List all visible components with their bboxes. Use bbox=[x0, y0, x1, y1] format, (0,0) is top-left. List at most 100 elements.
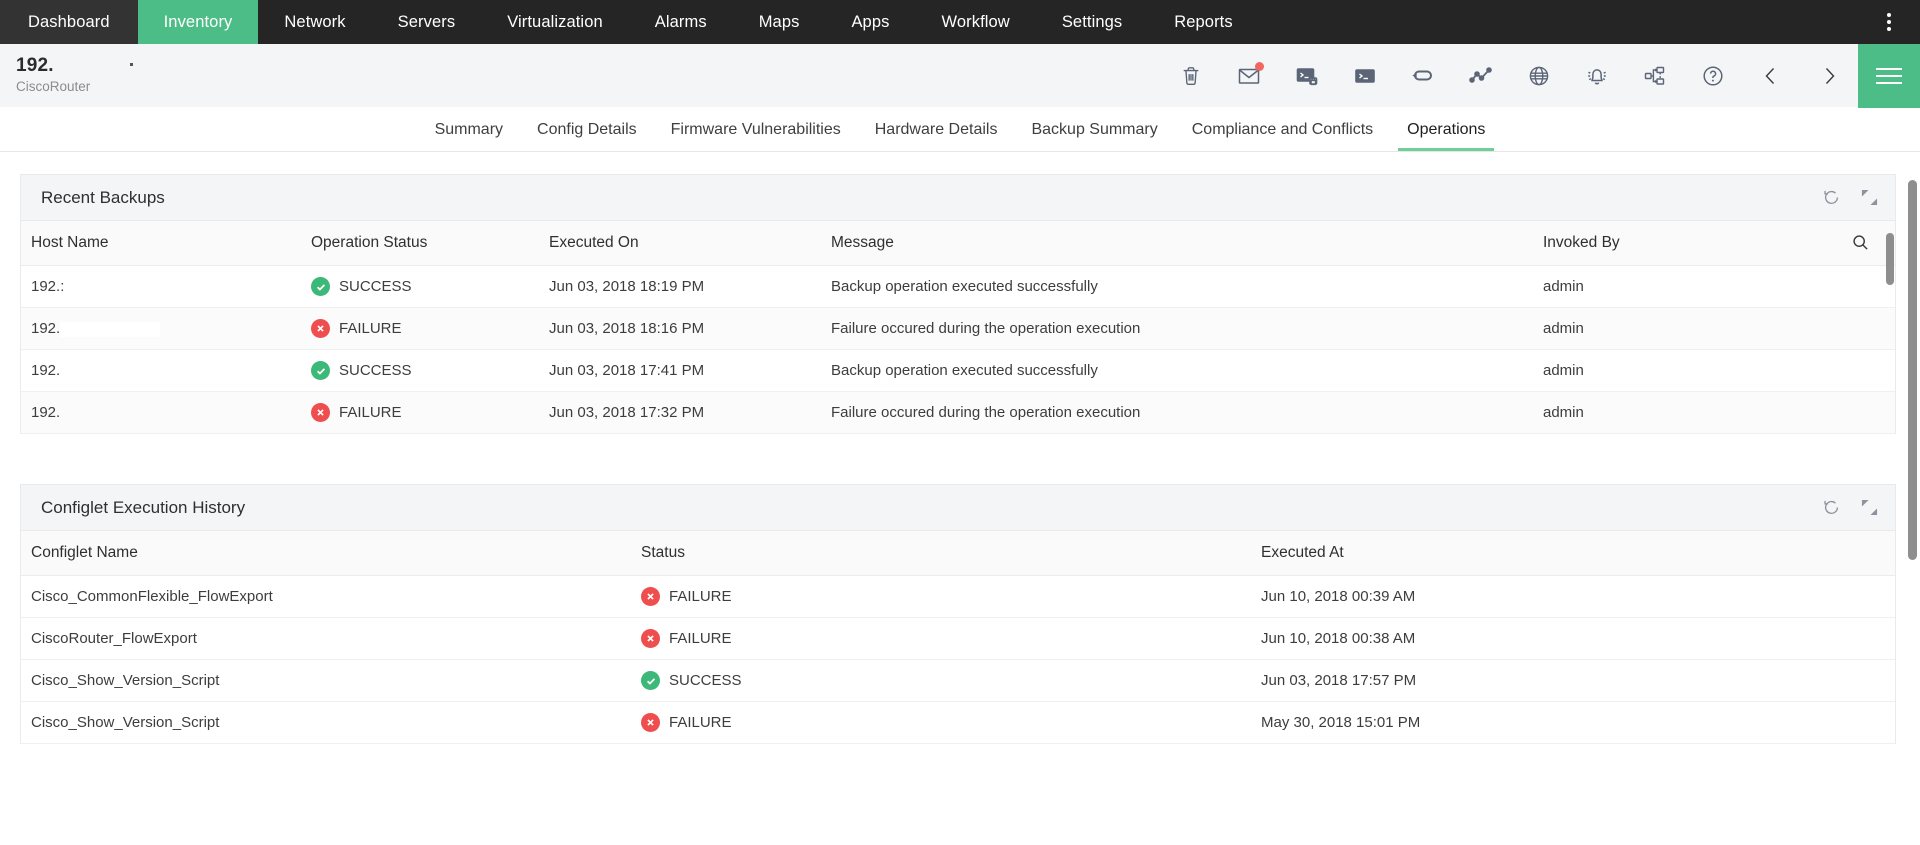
table-row[interactable]: Cisco_Show_Version_ScriptFAILUREMay 30, … bbox=[21, 702, 1895, 744]
topnav-item-reports[interactable]: Reports bbox=[1148, 0, 1258, 44]
tab-config-details[interactable]: Config Details bbox=[520, 108, 654, 151]
cell-host-name: 192.: bbox=[21, 266, 311, 308]
kebab-dot bbox=[1887, 20, 1891, 24]
recent-backups-panel: Recent Backups bbox=[20, 174, 1896, 434]
tab-compliance-and-conflicts[interactable]: Compliance and Conflicts bbox=[1175, 108, 1390, 151]
expand-icon[interactable] bbox=[1859, 498, 1879, 518]
table-row[interactable]: 192.FAILUREJun 03, 2018 18:16 PMFailure … bbox=[21, 308, 1895, 350]
failure-icon bbox=[641, 713, 660, 732]
previous-icon[interactable] bbox=[1742, 44, 1800, 108]
cell-executed-on: Jun 03, 2018 18:16 PM bbox=[549, 308, 831, 350]
topnav-item-servers[interactable]: Servers bbox=[372, 0, 482, 44]
table-row[interactable]: 192.SUCCESSJun 03, 2018 17:41 PMBackup o… bbox=[21, 350, 1895, 392]
col-executed-on[interactable]: Executed On bbox=[549, 221, 831, 266]
cell-message: Backup operation executed successfully bbox=[831, 350, 1543, 392]
host-name-text: 192. bbox=[31, 404, 60, 421]
refresh-icon[interactable] bbox=[1821, 498, 1841, 518]
tab-hardware-details[interactable]: Hardware Details bbox=[858, 108, 1015, 151]
topnav-item-network[interactable]: Network bbox=[258, 0, 371, 44]
cell-host-name: 192. bbox=[21, 392, 311, 434]
col-configlet-name[interactable]: Configlet Name bbox=[21, 531, 641, 576]
delete-icon[interactable] bbox=[1162, 44, 1220, 108]
content-area: Recent Backups bbox=[0, 152, 1920, 845]
table-row[interactable]: CiscoRouter_FlowExportFAILUREJun 10, 201… bbox=[21, 618, 1895, 660]
workflow-icon[interactable] bbox=[1626, 44, 1684, 108]
terminal-icon[interactable] bbox=[1336, 44, 1394, 108]
cell-configlet-name: Cisco_CommonFlexible_FlowExport bbox=[21, 576, 641, 618]
trend-chart-icon[interactable] bbox=[1452, 44, 1510, 108]
table-row[interactable]: 192.:SUCCESSJun 03, 2018 18:19 PMBackup … bbox=[21, 266, 1895, 308]
cell-configlet-name: CiscoRouter_FlowExport bbox=[21, 618, 641, 660]
cell-executed-at: Jun 03, 2018 17:57 PM bbox=[1261, 660, 1895, 702]
table-row[interactable]: 192.FAILUREJun 03, 2018 17:32 PMFailure … bbox=[21, 392, 1895, 434]
status-label: FAILURE bbox=[669, 588, 732, 605]
table-row[interactable]: Cisco_CommonFlexible_FlowExport FAILURE Ju… bbox=[21, 576, 1895, 618]
hamburger-menu-icon[interactable] bbox=[1858, 44, 1920, 108]
cell-configlet-name: Cisco_Show_Version_Script bbox=[21, 660, 641, 702]
success-icon bbox=[311, 277, 330, 296]
scrollbar-thumb[interactable] bbox=[1908, 180, 1917, 560]
success-icon bbox=[641, 671, 660, 690]
topnav-item-alarms[interactable]: Alarms bbox=[629, 0, 733, 44]
cell-status: FAILURE bbox=[641, 576, 1261, 618]
refresh-icon[interactable] bbox=[1821, 188, 1841, 208]
topnav-item-workflow[interactable]: Workflow bbox=[915, 0, 1035, 44]
link-icon[interactable] bbox=[1394, 44, 1452, 108]
status-label: SUCCESS bbox=[339, 278, 412, 295]
status-label: FAILURE bbox=[339, 404, 402, 421]
tab-firmware-vulnerabilities[interactable]: Firmware Vulnerabilities bbox=[654, 108, 858, 151]
topnav-item-virtualization[interactable]: Virtualization bbox=[481, 0, 629, 44]
expand-icon[interactable] bbox=[1859, 188, 1879, 208]
success-icon bbox=[311, 361, 330, 380]
table-header-row: Configlet Name Status Executed At bbox=[21, 531, 1895, 576]
host-name-text: 192. bbox=[31, 362, 60, 379]
page-scrollbar[interactable] bbox=[1908, 152, 1917, 845]
host-name-text: 192. bbox=[31, 320, 60, 337]
mail-icon[interactable] bbox=[1220, 44, 1278, 108]
next-icon[interactable] bbox=[1800, 44, 1858, 108]
topnav-item-maps[interactable]: Maps bbox=[733, 0, 826, 44]
configlet-history-table: Configlet Name Status Executed At Cisco_… bbox=[21, 531, 1895, 744]
kebab-dot bbox=[1887, 27, 1891, 31]
cell-status: SUCCESS bbox=[311, 350, 549, 392]
tab-backup-summary[interactable]: Backup Summary bbox=[1014, 108, 1174, 151]
col-status[interactable]: Status bbox=[641, 531, 1261, 576]
help-icon[interactable] bbox=[1684, 44, 1742, 108]
top-navigation-bar: DashboardInventoryNetworkServersVirtuali… bbox=[0, 0, 1920, 44]
col-operation-status[interactable]: Operation Status bbox=[311, 221, 549, 266]
redaction-mark bbox=[130, 63, 133, 66]
cell-status: SUCCESS bbox=[641, 660, 1261, 702]
cell-host-name: 192. bbox=[21, 308, 311, 350]
device-identity: 192. CiscoRouter bbox=[0, 55, 90, 95]
globe-icon[interactable] bbox=[1510, 44, 1568, 108]
col-message[interactable]: Message bbox=[831, 221, 1543, 266]
topnav-item-inventory[interactable]: Inventory bbox=[138, 0, 259, 44]
status-label: FAILURE bbox=[669, 714, 732, 731]
cell-status: FAILURE bbox=[641, 618, 1261, 660]
scrollbar-thumb[interactable] bbox=[1886, 233, 1894, 285]
col-host-name[interactable]: Host Name bbox=[21, 221, 311, 266]
status-label: FAILURE bbox=[339, 320, 402, 337]
recent-backups-actions bbox=[1821, 188, 1879, 208]
cell-status: FAILURE bbox=[311, 392, 549, 434]
failure-icon bbox=[641, 587, 660, 606]
tab-operations[interactable]: Operations bbox=[1390, 108, 1502, 151]
status-label: SUCCESS bbox=[669, 672, 742, 689]
topnav-item-apps[interactable]: Apps bbox=[825, 0, 915, 44]
terminal-secure-icon[interactable] bbox=[1278, 44, 1336, 108]
topnav-item-settings[interactable]: Settings bbox=[1036, 0, 1148, 44]
topnav-item-dashboard[interactable]: Dashboard bbox=[0, 0, 138, 44]
col-invoked-by[interactable]: Invoked By bbox=[1543, 221, 1843, 266]
tab-summary[interactable]: Summary bbox=[418, 108, 520, 151]
search-icon[interactable] bbox=[1852, 234, 1869, 251]
table-scrollbar[interactable] bbox=[1886, 221, 1894, 434]
overflow-menu-icon[interactable] bbox=[1874, 0, 1904, 44]
col-executed-at[interactable]: Executed At bbox=[1261, 531, 1895, 576]
alarm-bell-icon[interactable] bbox=[1568, 44, 1626, 108]
table-row[interactable]: Cisco_Show_Version_Script SUCCESS Jun 03, … bbox=[21, 660, 1895, 702]
cell-invoked-by: admin bbox=[1543, 266, 1843, 308]
cell-executed-at: May 30, 2018 15:01 PM bbox=[1261, 702, 1895, 744]
cell-executed-at: Jun 10, 2018 00:39 AM bbox=[1261, 576, 1895, 618]
cell-host-name: 192. bbox=[21, 350, 311, 392]
hamburger-line bbox=[1876, 68, 1902, 70]
